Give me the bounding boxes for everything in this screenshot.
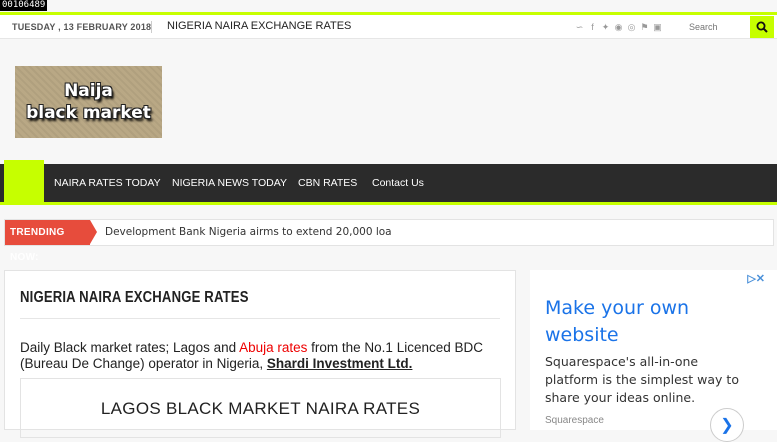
- nav-item-contact[interactable]: Contact Us: [372, 177, 424, 189]
- shardi-link[interactable]: Shardi Investment Ltd.: [267, 356, 413, 371]
- home-button[interactable]: [4, 160, 44, 202]
- ad-brand: Squarespace: [545, 415, 604, 426]
- intro-text-1: Daily Black market rates; Lagos and: [20, 340, 240, 355]
- ad-cta-button[interactable]: ❯: [710, 408, 744, 442]
- nav-item-nigeria-news[interactable]: NIGERIA NEWS TODAY: [172, 177, 287, 189]
- facebook-icon[interactable]: f: [587, 21, 598, 33]
- search-input[interactable]: [681, 17, 749, 37]
- logo-line-2: black market: [26, 103, 151, 123]
- trending-headline[interactable]: Development Bank Nigeria airms to extend…: [105, 226, 392, 238]
- ad-headline[interactable]: Make your own website: [545, 295, 745, 349]
- article-panel: NIGERIA NAIRA EXCHANGE RATES Daily Black…: [4, 270, 516, 438]
- logo-line-1: Naija: [64, 81, 113, 101]
- rates-box: LAGOS BLACK MARKET NAIRA RATES: [20, 378, 501, 438]
- current-date: TUESDAY , 13 FEBRUARY 2018: [12, 22, 152, 32]
- twitter-icon[interactable]: ✦: [600, 21, 611, 33]
- title-divider: [20, 318, 500, 319]
- page-title: NIGERIA NAIRA EXCHANGE RATES: [20, 289, 249, 306]
- top-nav-link[interactable]: NIGERIA NAIRA EXCHANGE RATES: [167, 20, 351, 32]
- foursquare-icon[interactable]: ⚑: [639, 21, 650, 33]
- abuja-rates-link[interactable]: Abuja rates: [239, 340, 307, 355]
- trending-bar: TRENDING NOW: Development Bank Nigeria a…: [4, 219, 774, 263]
- article-intro: Daily Black market rates; Lagos and Abuj…: [20, 340, 505, 372]
- instagram-icon[interactable]: ▣: [652, 21, 663, 33]
- rss-icon[interactable]: ∽: [574, 21, 585, 33]
- rates-heading: LAGOS BLACK MARKET NAIRA RATES: [100, 399, 421, 418]
- site-logo[interactable]: Naija black market: [15, 66, 162, 138]
- pinterest-icon[interactable]: ◉: [613, 21, 624, 33]
- ad-panel[interactable]: ▷✕ Make your own website Squarespace's a…: [530, 270, 777, 442]
- nav-item-cbn-rates[interactable]: CBN RATES: [298, 177, 357, 189]
- social-links: ∽ f ✦ ◉ ◎ ⚑ ▣: [574, 21, 663, 33]
- search-button[interactable]: [750, 16, 774, 38]
- dribbble-icon[interactable]: ◎: [626, 21, 637, 33]
- search-icon: [756, 21, 768, 33]
- chevron-right-icon: ❯: [720, 417, 734, 434]
- divider: [151, 21, 152, 33]
- adchoices-icon[interactable]: ▷✕: [747, 272, 765, 285]
- main-nav: NAIRA RATES TODAY NIGERIA NEWS TODAY CBN…: [0, 160, 777, 205]
- ad-body: Squarespace's all-in-one platform is the…: [545, 354, 739, 405]
- image-id-tag: 00106489: [0, 0, 48, 11]
- trending-label: TRENDING NOW:: [5, 220, 90, 263]
- nav-item-naira-rates[interactable]: NAIRA RATES TODAY: [54, 177, 161, 189]
- top-bar: TUESDAY , 13 FEBRUARY 2018 NIGERIA NAIRA…: [0, 12, 777, 39]
- trending-arrow: [90, 220, 97, 244]
